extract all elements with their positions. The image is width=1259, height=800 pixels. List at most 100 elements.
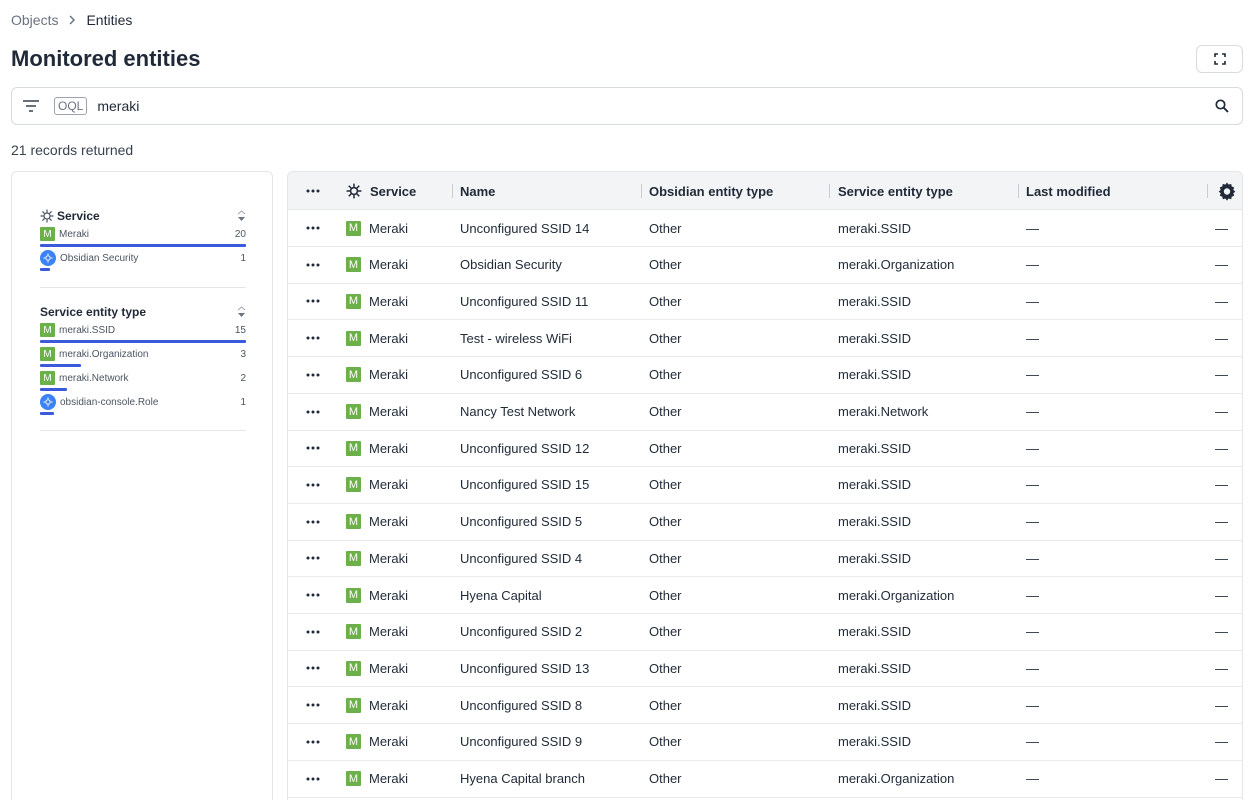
row-more-icon[interactable]	[306, 357, 320, 393]
sort-icon[interactable]	[237, 306, 246, 318]
cell-name[interactable]: Unconfigured SSID 11	[460, 283, 588, 319]
table-row[interactable]: M Meraki Unconfigured SSID 12 Other meraki.S…	[288, 430, 1242, 468]
cell-service-entity-type: meraki.SSID	[838, 734, 911, 750]
cell-service-entity-type: meraki.Organization	[838, 257, 955, 273]
row-more-icon[interactable]	[306, 687, 320, 723]
column-header-obsidian-entity-type[interactable]: Obsidian entity type	[649, 172, 773, 210]
cell-last-modified: —	[1026, 367, 1039, 383]
table-row[interactable]: M Meraki Unconfigured SSID 15 Other meraki.S…	[288, 467, 1242, 504]
cell-extra: —	[1215, 440, 1228, 456]
table-row[interactable]: M Meraki Obsidian Security Other meraki.Orga…	[288, 247, 1242, 284]
row-more-icon[interactable]	[306, 210, 320, 246]
facet-panel: Service M Meraki 20 Obsidian Security 1 S	[11, 171, 273, 800]
table-row[interactable]: M Meraki Test - wireless WiFi Other meraki.S…	[288, 320, 1242, 358]
filter-icon[interactable]	[14, 100, 48, 112]
cell-name[interactable]: Hyena Capital	[460, 577, 542, 613]
row-more-icon[interactable]	[306, 540, 320, 576]
facet-item[interactable]: obsidian-console.Role 1	[40, 392, 246, 416]
cell-name[interactable]: Hyena Capital branch	[460, 761, 585, 797]
cell-service-entity-type: meraki.SSID	[838, 220, 911, 236]
meraki-icon: M	[346, 514, 361, 530]
cell-name[interactable]: Unconfigured SSID 5	[460, 504, 582, 540]
cell-name[interactable]: Unconfigured SSID 2	[460, 614, 582, 650]
row-more-icon[interactable]	[306, 283, 320, 319]
table-row[interactable]: M Meraki Unconfigured SSID 14 Other meraki.S…	[288, 210, 1242, 247]
row-more-icon[interactable]	[306, 247, 320, 283]
facet-item[interactable]: Obsidian Security 1	[40, 248, 246, 272]
cell-last-modified: —	[1026, 514, 1039, 530]
cell-obsidian-entity-type: Other	[649, 477, 682, 493]
facet-item[interactable]: M Meraki 20	[40, 224, 246, 248]
column-header-service-entity-type[interactable]: Service entity type	[838, 172, 953, 210]
row-more-icon[interactable]	[306, 761, 320, 797]
search-input[interactable]	[97, 98, 1202, 114]
table-row[interactable]: M Meraki Unconfigured SSID 2 Other meraki.SS…	[288, 614, 1242, 651]
meraki-icon: M	[40, 227, 55, 241]
table-row[interactable]: M Meraki Unconfigured SSID 4 Other meraki.SS…	[288, 540, 1242, 578]
cell-name[interactable]: Nancy Test Network	[460, 394, 575, 430]
cell-name[interactable]: Unconfigured SSID 13	[460, 650, 589, 686]
cell-service: M Meraki	[346, 394, 408, 430]
cell-obsidian-entity-type: Other	[649, 404, 682, 419]
column-header-name[interactable]: Name	[460, 172, 495, 210]
row-more-icon[interactable]	[306, 394, 320, 430]
facet-item[interactable]: Mmeraki.Network 2	[40, 368, 246, 392]
cell-service-label: Meraki	[369, 550, 409, 566]
cell-name[interactable]: Unconfigured SSID 12	[460, 430, 589, 466]
row-more-icon[interactable]	[306, 430, 320, 466]
column-header-service[interactable]: Service	[346, 172, 416, 210]
row-more-icon[interactable]	[306, 504, 320, 540]
row-more-icon[interactable]	[306, 577, 320, 613]
fullscreen-button[interactable]	[1196, 45, 1243, 73]
facet-header: Service entity type	[40, 304, 246, 320]
search-bar: OQL	[11, 87, 1243, 125]
table-row[interactable]: M Meraki Hyena Capital Other meraki.Organiza…	[288, 577, 1242, 614]
facet-bar	[40, 412, 54, 415]
row-more-icon[interactable]	[306, 614, 320, 650]
entities-table: Service Name Obsidian entity type Servic…	[287, 171, 1243, 800]
sort-icon[interactable]	[237, 210, 246, 222]
table-row[interactable]: M Meraki Unconfigured SSID 6 Other meraki.SS…	[288, 357, 1242, 394]
facet-item[interactable]: Mmeraki.Organization 3	[40, 344, 246, 368]
cell-service-entity-type: meraki.SSID	[838, 550, 911, 566]
table-row[interactable]: M Meraki Unconfigured SSID 11 Other meraki.S…	[288, 283, 1242, 321]
column-divider[interactable]	[1018, 184, 1019, 198]
facet-item[interactable]: Mmeraki.SSID 15	[40, 320, 246, 344]
search-icon[interactable]	[1202, 99, 1242, 113]
facet-item-label: meraki.SSID	[59, 324, 116, 336]
cell-extra: —	[1215, 367, 1228, 383]
column-divider[interactable]	[829, 184, 830, 198]
table-row[interactable]: M Meraki Hyena Capital branch Other meraki.O…	[288, 761, 1242, 798]
table-row[interactable]: M Meraki Nancy Test Network Other meraki.Net…	[288, 394, 1242, 431]
meraki-icon: M	[346, 220, 361, 236]
cell-name[interactable]: Unconfigured SSID 15	[460, 467, 589, 503]
breadcrumb-objects-link[interactable]: Objects	[11, 12, 58, 28]
facet-item-label: meraki.Network	[59, 372, 129, 384]
row-more-icon[interactable]	[306, 650, 320, 686]
cell-name[interactable]: Unconfigured SSID 9	[460, 724, 582, 760]
table-row[interactable]: M Meraki Unconfigured SSID 5 Other meraki.SS…	[288, 504, 1242, 541]
facet-bar	[40, 268, 51, 271]
cell-service: M Meraki	[346, 467, 408, 503]
column-divider[interactable]	[641, 184, 642, 198]
table-row[interactable]: M Meraki Unconfigured SSID 9 Other meraki.SS…	[288, 724, 1242, 761]
header-more-icon[interactable]	[306, 172, 320, 210]
column-divider[interactable]	[1207, 184, 1208, 198]
cell-name[interactable]: Unconfigured SSID 14	[460, 210, 589, 246]
column-header-last-modified[interactable]: Last modified	[1026, 172, 1111, 210]
row-more-icon[interactable]	[306, 320, 320, 356]
cell-name[interactable]: Unconfigured SSID 4	[460, 540, 582, 576]
cell-name[interactable]: Unconfigured SSID 6	[460, 357, 582, 393]
meraki-icon: M	[346, 660, 361, 676]
page-title: Monitored entities	[11, 46, 201, 71]
cell-name[interactable]: Test - wireless WiFi	[460, 320, 572, 356]
column-divider[interactable]	[452, 184, 453, 198]
cell-name[interactable]: Obsidian Security	[460, 247, 562, 283]
cell-name[interactable]: Unconfigured SSID 8	[460, 687, 582, 723]
meraki-icon: M	[346, 293, 361, 309]
row-more-icon[interactable]	[306, 467, 320, 503]
gear-icon[interactable]	[1217, 172, 1237, 210]
row-more-icon[interactable]	[306, 724, 320, 760]
table-row[interactable]: M Meraki Unconfigured SSID 8 Other meraki.SS…	[288, 687, 1242, 725]
table-row[interactable]: M Meraki Unconfigured SSID 13 Other meraki.S…	[288, 650, 1242, 688]
